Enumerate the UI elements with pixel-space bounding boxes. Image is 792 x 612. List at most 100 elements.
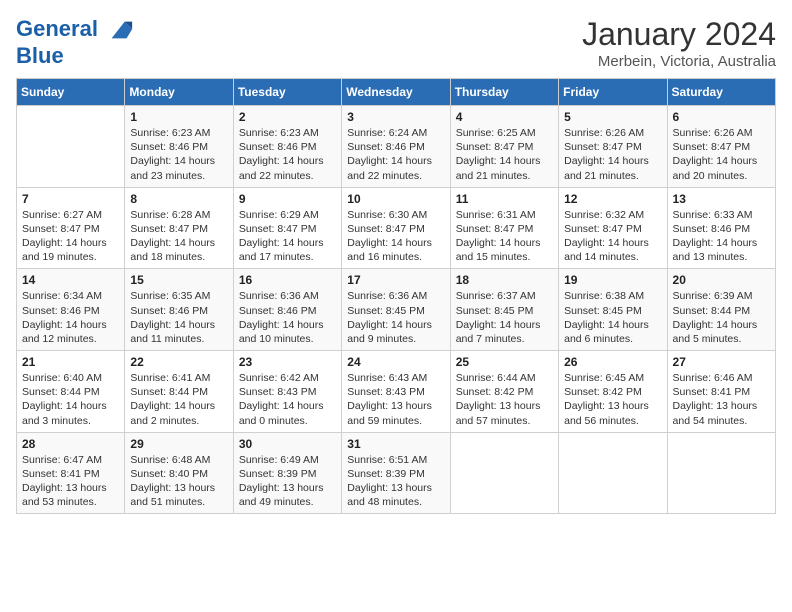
day-info: Sunrise: 6:38 AM Sunset: 8:45 PM Dayligh… bbox=[564, 289, 661, 346]
day-number: 19 bbox=[564, 273, 661, 287]
day-info: Sunrise: 6:26 AM Sunset: 8:47 PM Dayligh… bbox=[673, 126, 770, 183]
day-info: Sunrise: 6:34 AM Sunset: 8:46 PM Dayligh… bbox=[22, 289, 119, 346]
day-info: Sunrise: 6:26 AM Sunset: 8:47 PM Dayligh… bbox=[564, 126, 661, 183]
calendar-cell-w1d3: 10 Sunrise: 6:30 AM Sunset: 8:47 PM Dayli… bbox=[342, 187, 450, 269]
day-number: 27 bbox=[673, 355, 770, 369]
calendar-cell-w0d1: 1 Sunrise: 6:23 AM Sunset: 8:46 PM Daylig… bbox=[125, 106, 233, 188]
day-number: 5 bbox=[564, 110, 661, 124]
day-number: 15 bbox=[130, 273, 227, 287]
weekday-header-tuesday: Tuesday bbox=[233, 79, 341, 106]
day-number: 9 bbox=[239, 192, 336, 206]
day-number: 17 bbox=[347, 273, 444, 287]
calendar-cell-w1d2: 9 Sunrise: 6:29 AM Sunset: 8:47 PM Daylig… bbox=[233, 187, 341, 269]
weekday-header-monday: Monday bbox=[125, 79, 233, 106]
day-info: Sunrise: 6:49 AM Sunset: 8:39 PM Dayligh… bbox=[239, 453, 336, 510]
day-info: Sunrise: 6:27 AM Sunset: 8:47 PM Dayligh… bbox=[22, 208, 119, 265]
day-number: 16 bbox=[239, 273, 336, 287]
calendar-cell-w2d1: 15Sunrise: 6:35 AM Sunset: 8:46 PM Dayli… bbox=[125, 269, 233, 351]
day-info: Sunrise: 6:46 AM Sunset: 8:41 PM Dayligh… bbox=[673, 371, 770, 428]
weekday-header-wednesday: Wednesday bbox=[342, 79, 450, 106]
day-number: 30 bbox=[239, 437, 336, 451]
day-info: Sunrise: 6:30 AM Sunset: 8:47 PM Dayligh… bbox=[347, 208, 444, 265]
calendar-cell-w0d6: 6 Sunrise: 6:26 AM Sunset: 8:47 PM Daylig… bbox=[667, 106, 775, 188]
calendar-cell-w3d1: 22Sunrise: 6:41 AM Sunset: 8:44 PM Dayli… bbox=[125, 351, 233, 433]
day-number: 11 bbox=[456, 192, 553, 206]
day-info: Sunrise: 6:28 AM Sunset: 8:47 PM Dayligh… bbox=[130, 208, 227, 265]
day-number: 21 bbox=[22, 355, 119, 369]
day-number: 31 bbox=[347, 437, 444, 451]
day-number: 14 bbox=[22, 273, 119, 287]
logo-line1: General bbox=[16, 16, 98, 41]
logo-text: General bbox=[16, 16, 134, 44]
calendar-cell-w3d4: 25Sunrise: 6:44 AM Sunset: 8:42 PM Dayli… bbox=[450, 351, 558, 433]
day-number: 26 bbox=[564, 355, 661, 369]
calendar-cell-w1d1: 8 Sunrise: 6:28 AM Sunset: 8:47 PM Daylig… bbox=[125, 187, 233, 269]
day-number: 18 bbox=[456, 273, 553, 287]
day-info: Sunrise: 6:25 AM Sunset: 8:47 PM Dayligh… bbox=[456, 126, 553, 183]
calendar-cell-w2d0: 14 Sunrise: 6:34 AM Sunset: 8:46 PM Dayli… bbox=[17, 269, 125, 351]
calendar-table: SundayMondayTuesdayWednesdayThursdayFrid… bbox=[16, 78, 776, 514]
weekday-header-thursday: Thursday bbox=[450, 79, 558, 106]
calendar-cell-w2d3: 17 Sunrise: 6:36 AM Sunset: 8:45 PM Dayli… bbox=[342, 269, 450, 351]
day-number: 28 bbox=[22, 437, 119, 451]
weekday-header-saturday: Saturday bbox=[667, 79, 775, 106]
day-info: Sunrise: 6:33 AM Sunset: 8:46 PM Dayligh… bbox=[673, 208, 770, 265]
calendar-cell-w4d1: 29Sunrise: 6:48 AM Sunset: 8:40 PM Dayli… bbox=[125, 432, 233, 514]
calendar-cell-w4d0: 28 Sunrise: 6:47 AM Sunset: 8:41 PM Dayli… bbox=[17, 432, 125, 514]
day-number: 24 bbox=[347, 355, 444, 369]
calendar-cell-w3d2: 23 Sunrise: 6:42 AM Sunset: 8:43 PM Dayli… bbox=[233, 351, 341, 433]
day-number: 29 bbox=[130, 437, 227, 451]
calendar-cell-w1d6: 13Sunrise: 6:33 AM Sunset: 8:46 PM Dayli… bbox=[667, 187, 775, 269]
calendar-cell-w0d3: 3 Sunrise: 6:24 AM Sunset: 8:46 PM Daylig… bbox=[342, 106, 450, 188]
calendar-cell-w2d4: 18 Sunrise: 6:37 AM Sunset: 8:45 PM Dayli… bbox=[450, 269, 558, 351]
calendar-cell-w3d0: 21 Sunrise: 6:40 AM Sunset: 8:44 PM Dayli… bbox=[17, 351, 125, 433]
calendar-cell-w4d3: 31 Sunrise: 6:51 AM Sunset: 8:39 PM Dayli… bbox=[342, 432, 450, 514]
day-number: 20 bbox=[673, 273, 770, 287]
month-title: January 2024 bbox=[582, 16, 776, 53]
day-info: Sunrise: 6:39 AM Sunset: 8:44 PM Dayligh… bbox=[673, 289, 770, 346]
day-number: 2 bbox=[239, 110, 336, 124]
day-info: Sunrise: 6:42 AM Sunset: 8:43 PM Dayligh… bbox=[239, 371, 336, 428]
calendar-cell-w1d0: 7 Sunrise: 6:27 AM Sunset: 8:47 PM Daylig… bbox=[17, 187, 125, 269]
day-number: 3 bbox=[347, 110, 444, 124]
day-number: 7 bbox=[22, 192, 119, 206]
calendar-cell-w2d5: 19 Sunrise: 6:38 AM Sunset: 8:45 PM Dayli… bbox=[559, 269, 667, 351]
calendar-cell-w4d4 bbox=[450, 432, 558, 514]
day-number: 8 bbox=[130, 192, 227, 206]
day-info: Sunrise: 6:36 AM Sunset: 8:45 PM Dayligh… bbox=[347, 289, 444, 346]
day-info: Sunrise: 6:41 AM Sunset: 8:44 PM Dayligh… bbox=[130, 371, 227, 428]
calendar-cell-w2d6: 20 Sunrise: 6:39 AM Sunset: 8:44 PM Dayli… bbox=[667, 269, 775, 351]
day-info: Sunrise: 6:47 AM Sunset: 8:41 PM Dayligh… bbox=[22, 453, 119, 510]
calendar-cell-w1d4: 11 Sunrise: 6:31 AM Sunset: 8:47 PM Dayli… bbox=[450, 187, 558, 269]
day-number: 6 bbox=[673, 110, 770, 124]
calendar-cell-w3d3: 24 Sunrise: 6:43 AM Sunset: 8:43 PM Dayli… bbox=[342, 351, 450, 433]
calendar-cell-w0d0 bbox=[17, 106, 125, 188]
location-subtitle: Merbein, Victoria, Australia bbox=[582, 53, 776, 70]
calendar-cell-w0d2: 2 Sunrise: 6:23 AM Sunset: 8:46 PM Daylig… bbox=[233, 106, 341, 188]
day-number: 4 bbox=[456, 110, 553, 124]
calendar-cell-w3d5: 26 Sunrise: 6:45 AM Sunset: 8:42 PM Dayli… bbox=[559, 351, 667, 433]
weekday-header-sunday: Sunday bbox=[17, 79, 125, 106]
day-number: 10 bbox=[347, 192, 444, 206]
calendar-cell-w3d6: 27 Sunrise: 6:46 AM Sunset: 8:41 PM Dayli… bbox=[667, 351, 775, 433]
day-info: Sunrise: 6:23 AM Sunset: 8:46 PM Dayligh… bbox=[239, 126, 336, 183]
day-number: 23 bbox=[239, 355, 336, 369]
calendar-cell-w2d2: 16Sunrise: 6:36 AM Sunset: 8:46 PM Dayli… bbox=[233, 269, 341, 351]
day-info: Sunrise: 6:37 AM Sunset: 8:45 PM Dayligh… bbox=[456, 289, 553, 346]
day-info: Sunrise: 6:31 AM Sunset: 8:47 PM Dayligh… bbox=[456, 208, 553, 265]
day-info: Sunrise: 6:51 AM Sunset: 8:39 PM Dayligh… bbox=[347, 453, 444, 510]
page-header: General Blue January 2024 Merbein, Victo… bbox=[16, 16, 776, 70]
calendar-cell-w1d5: 12Sunrise: 6:32 AM Sunset: 8:47 PM Dayli… bbox=[559, 187, 667, 269]
day-info: Sunrise: 6:23 AM Sunset: 8:46 PM Dayligh… bbox=[130, 126, 227, 183]
day-info: Sunrise: 6:24 AM Sunset: 8:46 PM Dayligh… bbox=[347, 126, 444, 183]
logo-line2: Blue bbox=[16, 44, 134, 68]
day-info: Sunrise: 6:40 AM Sunset: 8:44 PM Dayligh… bbox=[22, 371, 119, 428]
day-number: 1 bbox=[130, 110, 227, 124]
calendar-cell-w4d6 bbox=[667, 432, 775, 514]
day-info: Sunrise: 6:29 AM Sunset: 8:47 PM Dayligh… bbox=[239, 208, 336, 265]
day-info: Sunrise: 6:45 AM Sunset: 8:42 PM Dayligh… bbox=[564, 371, 661, 428]
day-info: Sunrise: 6:43 AM Sunset: 8:43 PM Dayligh… bbox=[347, 371, 444, 428]
logo: General Blue bbox=[16, 16, 134, 68]
calendar-cell-w0d4: 4 Sunrise: 6:25 AM Sunset: 8:47 PM Daylig… bbox=[450, 106, 558, 188]
day-number: 25 bbox=[456, 355, 553, 369]
